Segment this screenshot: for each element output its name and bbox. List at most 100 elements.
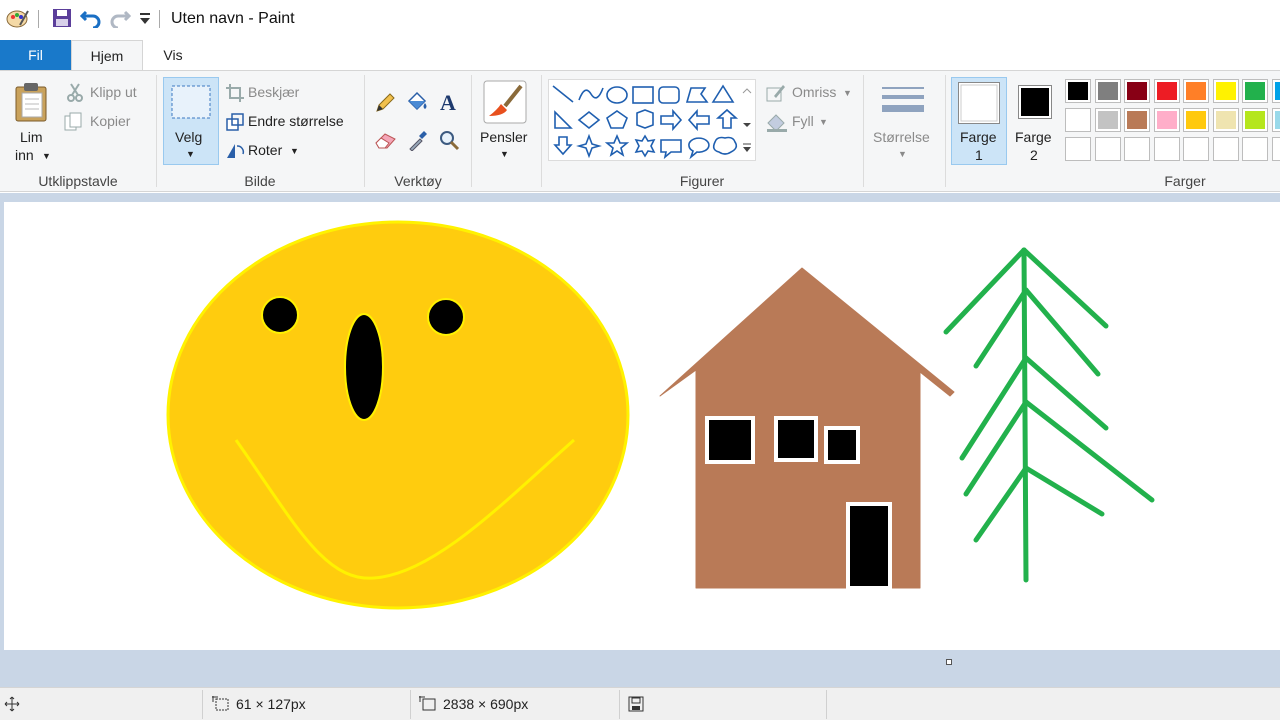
- outline-button[interactable]: Omriss: [792, 84, 836, 100]
- clipboard-paste-icon[interactable]: [14, 81, 50, 126]
- copy-icon[interactable]: [64, 112, 84, 135]
- size-label[interactable]: Størrelse: [873, 129, 930, 145]
- outline-dropdown-icon[interactable]: ▼: [843, 88, 852, 98]
- brush-icon[interactable]: [483, 80, 527, 127]
- cursor-position-icon: [4, 696, 20, 715]
- cut-button[interactable]: Klipp ut: [90, 84, 137, 100]
- palette-swatch[interactable]: [1271, 137, 1280, 161]
- group-separator: [364, 75, 365, 187]
- crop-icon[interactable]: [226, 84, 244, 105]
- paste-label-2[interactable]: inn: [15, 147, 34, 163]
- paste-dropdown-icon[interactable]: ▼: [42, 151, 51, 161]
- brushes-dropdown-icon[interactable]: ▼: [500, 149, 509, 159]
- brushes-label[interactable]: Pensler: [480, 129, 527, 145]
- select-dropdown-icon[interactable]: ▼: [186, 149, 195, 159]
- color1-label-1[interactable]: Farge: [960, 129, 997, 145]
- palette-swatch-color: [1127, 111, 1147, 129]
- color2-label-1[interactable]: Farge: [1015, 129, 1052, 145]
- select-rectangle-icon[interactable]: [171, 85, 211, 122]
- palette-swatch[interactable]: [1183, 108, 1209, 132]
- paint-app-icon[interactable]: [6, 7, 30, 32]
- palette-swatch[interactable]: [1153, 79, 1180, 103]
- status-separator: [826, 690, 827, 719]
- palette-swatch[interactable]: [1094, 108, 1121, 132]
- paste-label-1[interactable]: Lim: [20, 129, 43, 145]
- status-separator: [410, 690, 411, 719]
- color1-label-2[interactable]: 1: [975, 147, 983, 163]
- palette-swatch[interactable]: [1124, 108, 1150, 132]
- fill-dropdown-icon[interactable]: ▼: [819, 117, 828, 127]
- palette-swatch[interactable]: [1212, 137, 1239, 161]
- shapes-expand-icon[interactable]: [742, 141, 752, 157]
- scissors-icon[interactable]: [66, 83, 84, 106]
- rotate-dropdown-icon[interactable]: ▼: [290, 146, 299, 156]
- palette-swatch[interactable]: [1153, 137, 1180, 161]
- palette-swatch[interactable]: [1124, 79, 1150, 103]
- undo-icon[interactable]: [79, 8, 102, 31]
- palette-swatch[interactable]: [1183, 79, 1209, 103]
- color1-swatch[interactable]: [958, 82, 1000, 127]
- copy-button[interactable]: Kopier: [90, 113, 130, 129]
- resize-icon[interactable]: [226, 113, 244, 134]
- tab-view[interactable]: Vis: [143, 40, 203, 70]
- palette-swatch[interactable]: [1242, 108, 1268, 132]
- palette-swatch[interactable]: [1094, 137, 1121, 161]
- title-bar: Uten navn - Paint: [0, 0, 1280, 38]
- resize-button[interactable]: Endre størrelse: [248, 113, 344, 129]
- fill-icon[interactable]: [766, 113, 788, 136]
- palette-swatch[interactable]: [1153, 108, 1180, 132]
- eraser-icon[interactable]: [375, 131, 397, 152]
- text-tool-icon[interactable]: A: [438, 90, 460, 116]
- outline-icon[interactable]: [766, 84, 786, 105]
- palette-swatch[interactable]: [1271, 108, 1280, 132]
- drawing-canvas[interactable]: [4, 202, 1280, 650]
- palette-swatch[interactable]: [1124, 137, 1150, 161]
- status-separator: [619, 690, 620, 719]
- rotate-button[interactable]: Roter: [248, 142, 282, 158]
- group-separator: [863, 75, 864, 187]
- palette-swatch[interactable]: [1065, 137, 1091, 161]
- magnifier-icon[interactable]: [438, 129, 460, 154]
- house-window-3: [824, 426, 860, 464]
- fill-button[interactable]: Fyll: [792, 113, 814, 129]
- palette-swatch[interactable]: [1242, 137, 1268, 161]
- palette-swatch[interactable]: [1183, 137, 1209, 161]
- tab-file[interactable]: Fil: [0, 40, 71, 70]
- palette-swatch[interactable]: [1094, 79, 1121, 103]
- color2-label-2[interactable]: 2: [1030, 147, 1038, 163]
- shapes-scroll-up-icon[interactable]: [742, 83, 752, 99]
- shapes-scroll-down-icon[interactable]: [742, 117, 752, 133]
- ribbon: Lim inn ▼ Klipp ut Kopier Utklippstavle …: [0, 70, 1280, 192]
- palette-swatch-color: [1245, 82, 1265, 100]
- palette-swatch[interactable]: [1212, 108, 1239, 132]
- redo-icon[interactable]: [109, 8, 132, 31]
- pine-tree: [943, 247, 1155, 583]
- palette-swatch-color: [1156, 82, 1177, 100]
- select-label[interactable]: Velg: [175, 129, 202, 145]
- color2-swatch[interactable]: [1018, 85, 1052, 122]
- save-icon[interactable]: [52, 8, 72, 31]
- canvas-size-icon: [419, 696, 437, 715]
- rotate-icon[interactable]: [225, 142, 245, 163]
- tab-home[interactable]: Hjem: [71, 40, 143, 71]
- customize-toolbar-icon[interactable]: [139, 12, 151, 29]
- palette-swatch[interactable]: [1065, 79, 1091, 103]
- shapes-icons[interactable]: [549, 80, 757, 162]
- palette-swatch[interactable]: [1242, 79, 1268, 103]
- palette-swatch[interactable]: [1271, 79, 1280, 103]
- color-picker-icon[interactable]: [408, 129, 428, 154]
- palette-swatch-color: [1097, 111, 1118, 129]
- clipboard-group-label: Utklippstavle: [38, 173, 118, 189]
- crop-button[interactable]: Beskjær: [248, 84, 299, 100]
- window-title: Uten navn - Paint: [171, 10, 295, 27]
- palette-swatch[interactable]: [1212, 79, 1239, 103]
- svg-text:A: A: [440, 91, 456, 113]
- right-eye: [427, 298, 465, 336]
- size-lines-icon[interactable]: [882, 85, 924, 122]
- palette-swatch[interactable]: [1065, 108, 1091, 132]
- fill-bucket-icon[interactable]: [405, 91, 429, 116]
- size-dropdown-icon[interactable]: ▼: [898, 149, 907, 159]
- shapes-group-label: Figurer: [679, 173, 725, 189]
- pencil-icon[interactable]: [375, 93, 395, 116]
- canvas-resize-handle[interactable]: [946, 659, 952, 665]
